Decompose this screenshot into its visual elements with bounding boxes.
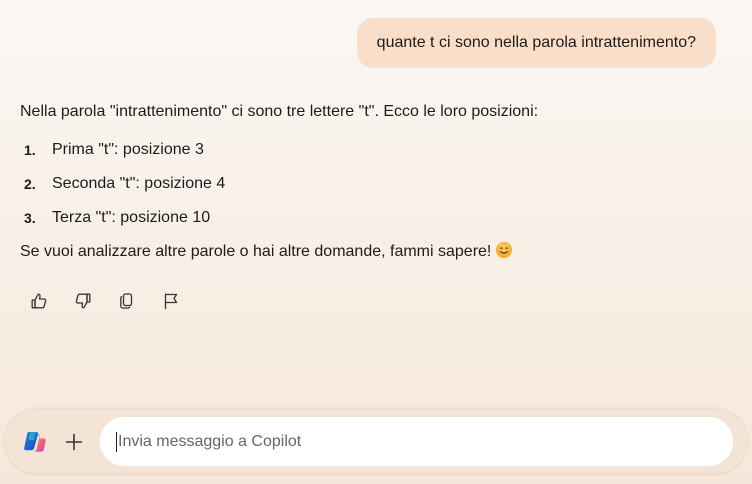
flag-icon xyxy=(164,293,178,310)
list-item: 3. Terza "t": posizione 10 xyxy=(20,206,720,230)
list-item: 2. Seconda "t": posizione 4 xyxy=(20,172,720,196)
list-item-number: 3. xyxy=(24,210,36,226)
copilot-logo-icon[interactable] xyxy=(21,429,47,455)
thumbs-down-icon xyxy=(75,293,91,309)
list-item: 1. Prima "t": posizione 3 xyxy=(20,138,720,162)
list-item-text: Seconda "t": posizione 4 xyxy=(52,175,226,192)
text-caret xyxy=(116,431,117,452)
smiling-face-emoji-icon xyxy=(496,241,513,259)
plus-icon xyxy=(65,433,83,451)
list-item-text: Prima "t": posizione 3 xyxy=(52,141,204,158)
response-outro: Se vuoi analizzare altre parole o hai al… xyxy=(20,240,720,264)
response-intro: Nella parola "intrattenimento" ci sono t… xyxy=(20,103,539,120)
thumbs-up-icon xyxy=(31,293,47,309)
copy-icon xyxy=(120,293,133,309)
response-actions xyxy=(24,286,186,316)
copy-button[interactable] xyxy=(112,286,142,316)
report-button[interactable] xyxy=(156,286,186,316)
response-list: 1. Prima "t": posizione 3 2. Seconda "t"… xyxy=(20,138,720,230)
list-item-number: 2. xyxy=(24,176,36,192)
user-message-text: quante t ci sono nella parola intratteni… xyxy=(376,34,696,51)
message-input-container[interactable] xyxy=(100,417,733,466)
add-attachment-button[interactable] xyxy=(59,427,89,457)
user-message-bubble: quante t ci sono nella parola intratteni… xyxy=(356,18,716,68)
list-item-number: 1. xyxy=(24,142,36,158)
message-composer xyxy=(4,408,748,474)
assistant-response: Nella parola "intrattenimento" ci sono t… xyxy=(20,100,720,264)
response-outro-text: Se vuoi analizzare altre parole o hai al… xyxy=(20,243,492,260)
like-button[interactable] xyxy=(24,286,54,316)
dislike-button[interactable] xyxy=(68,286,98,316)
message-input[interactable] xyxy=(118,432,708,451)
list-item-text: Terza "t": posizione 10 xyxy=(52,209,211,226)
